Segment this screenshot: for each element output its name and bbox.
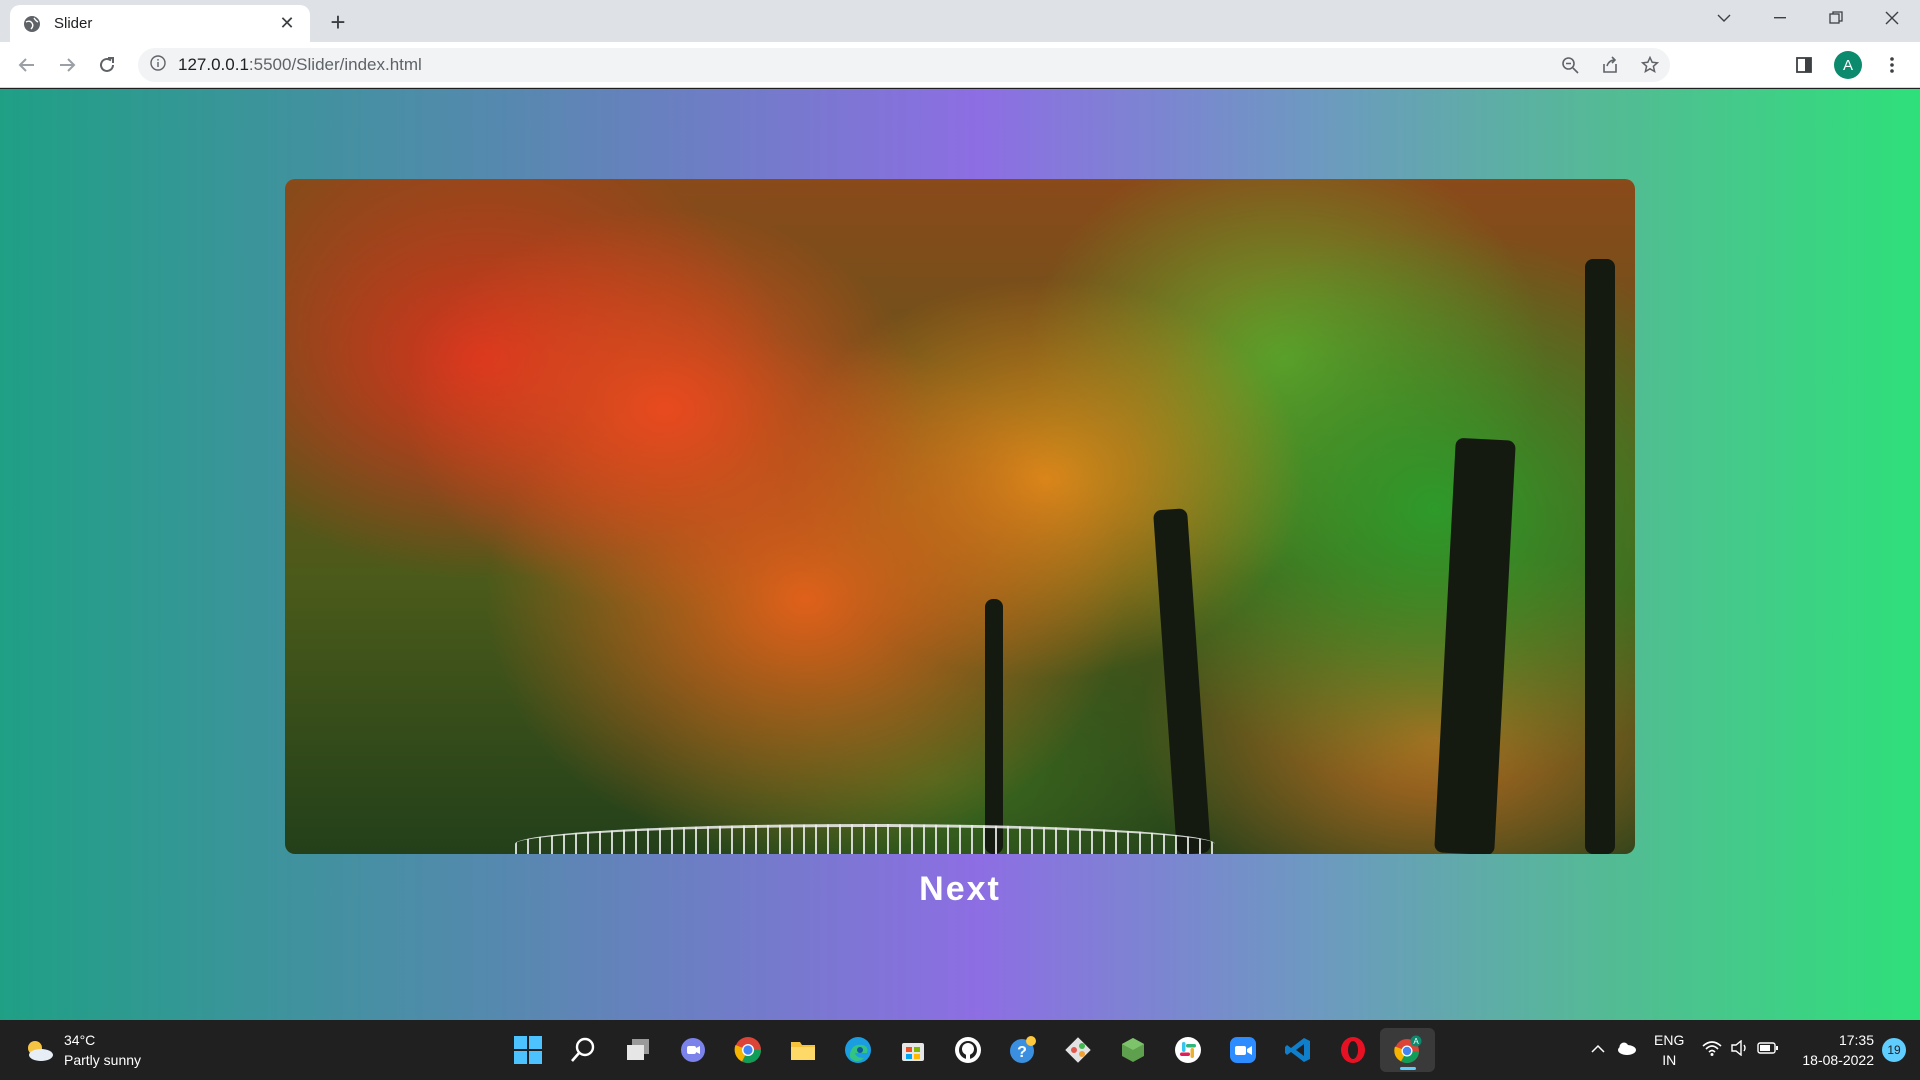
svg-text:?: ? [1017,1044,1027,1061]
chevron-up-icon[interactable] [1584,1041,1612,1059]
teams-chat-icon[interactable] [665,1028,720,1072]
clock-date: 18-08-2022 [1802,1052,1874,1068]
lang-bottom: IN [1662,1052,1677,1068]
page-viewport: Next [0,89,1920,1020]
edge-icon[interactable] [830,1028,885,1072]
partly-sunny-icon [24,1039,54,1061]
back-button[interactable] [12,50,42,80]
onedrive-icon[interactable] [1612,1041,1640,1060]
node-icon[interactable] [1105,1028,1160,1072]
tree-trunk [1153,508,1211,854]
notification-badge[interactable]: 19 [1882,1038,1906,1062]
arrow-right-icon [60,58,76,72]
file-explorer-icon[interactable] [775,1028,830,1072]
close-icon[interactable]: ✕ [276,13,298,35]
weather-widget[interactable]: 34°C Partly sunny [24,1030,141,1070]
clock[interactable]: 17:35 18-08-2022 [1802,1030,1874,1070]
address-bar[interactable]: 127.0.0.1:5500/Slider/index.html [138,48,1670,82]
weather-desc: Partly sunny [64,1052,142,1068]
weather-temp: 34°C [64,1032,96,1048]
new-tab-button[interactable]: + [324,7,352,37]
slack-icon[interactable] [1160,1028,1215,1072]
autumn-forest-image [285,179,1635,854]
next-button[interactable]: Next [860,864,1060,914]
kebab-menu-icon[interactable] [1872,48,1912,82]
white-fence [515,824,1215,854]
side-panel-icon[interactable] [1784,48,1824,82]
reload-button[interactable] [92,50,122,80]
weather-text: 34°C Partly sunny [64,1030,141,1070]
minimize-icon[interactable] [1752,0,1808,36]
star-icon[interactable] [1630,48,1670,82]
zoom-app-icon[interactable] [1215,1028,1270,1072]
tab-search-icon[interactable] [1696,0,1752,36]
clock-time: 17:35 [1838,1032,1874,1048]
arrow-left-icon [18,58,34,72]
url-host: 127.0.0.1 [178,55,249,74]
forward-button[interactable] [52,50,82,80]
browser-toolbar: 127.0.0.1:5500/Slider/index.html A [0,42,1920,88]
globe-icon [22,14,42,34]
url-text: 127.0.0.1:5500/Slider/index.html [178,55,422,75]
pinned-apps: ? A [500,1028,1435,1072]
tree-trunk [1434,437,1516,854]
share-icon[interactable] [1590,48,1630,82]
profile-avatar[interactable]: A [1834,51,1862,79]
tab-active[interactable]: Slider ✕ [10,5,310,42]
volume-icon[interactable] [1726,1039,1754,1061]
opera-icon[interactable] [1325,1028,1380,1072]
vscode-icon[interactable] [1270,1028,1325,1072]
task-view-icon[interactable] [610,1028,665,1072]
store-icon[interactable] [885,1028,940,1072]
github-icon[interactable] [940,1028,995,1072]
url-path: :5500/Slider/index.html [248,55,422,74]
tab-title: Slider [54,15,93,32]
tab-bar: Slider ✕ + [0,0,1920,42]
taskbar: 34°C Partly sunny ? A ENG IN 17:35 18-08… [0,1020,1920,1080]
windows-start-icon[interactable] [500,1028,555,1072]
restore-icon[interactable] [1808,0,1864,36]
language-indicator[interactable]: ENG IN [1654,1030,1684,1070]
git-icon[interactable] [1050,1028,1105,1072]
tree-trunk [985,599,1003,854]
chrome-profile-icon[interactable]: A [1380,1028,1435,1072]
zoom-icon[interactable] [1550,48,1590,82]
window-controls [1696,0,1920,36]
lang-top: ENG [1654,1032,1685,1048]
system-tray: ENG IN 17:35 18-08-2022 19 [1584,1020,1920,1080]
chrome-icon[interactable] [720,1028,775,1072]
reload-icon [100,57,114,72]
tree-trunk [1585,259,1615,854]
wifi-icon[interactable] [1698,1040,1726,1061]
search-icon[interactable] [555,1028,610,1072]
battery-icon[interactable] [1754,1041,1782,1059]
info-icon[interactable] [150,54,166,76]
svg-text:A: A [1413,1037,1419,1046]
help-icon[interactable]: ? [995,1028,1050,1072]
close-window-icon[interactable] [1864,0,1920,36]
